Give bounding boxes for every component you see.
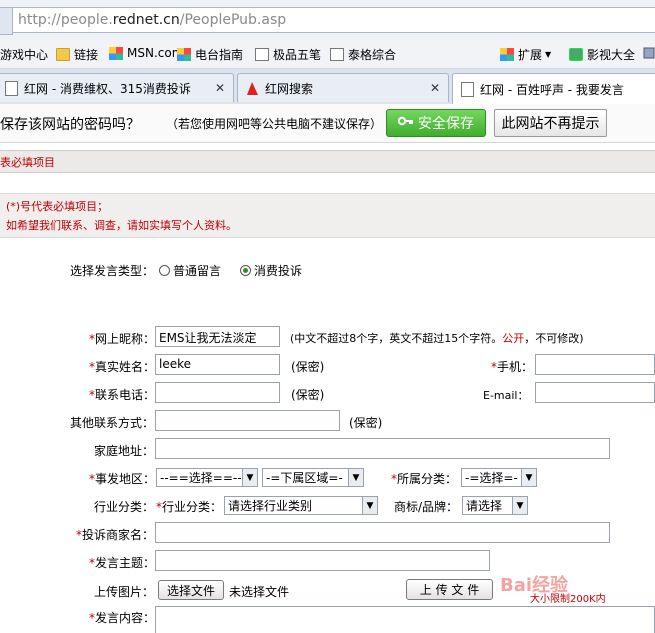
url-text: http://people.rednet.cn/PeoplePub.asp (18, 12, 287, 28)
merchant-field[interactable] (155, 522, 610, 543)
radio-consumer-complaint[interactable]: 消费投诉 (240, 262, 302, 279)
page-icon (330, 48, 344, 61)
district-select[interactable]: -=下属区域=- ▼ (262, 468, 364, 487)
post-type-label: 选择发言类型： (70, 264, 155, 278)
category-label: *所属分类： (391, 472, 458, 486)
content-label: *发言内容： (89, 611, 156, 625)
phone-field[interactable] (155, 382, 280, 403)
real-name-field[interactable]: leeke (155, 354, 280, 375)
industry-select[interactable]: 请选择行业类别 ▼ (224, 496, 378, 515)
upload-file-button[interactable]: 上 传 文 件 (406, 579, 493, 600)
video-icon (569, 48, 583, 61)
email-field[interactable] (535, 382, 655, 403)
key-icon (397, 114, 414, 132)
address-field[interactable] (155, 438, 610, 459)
page-icon (5, 80, 18, 96)
nickname-hint: (中文不超过8个字，英文不超过15个字符。公开，不可修改) (290, 332, 584, 345)
nickname-field[interactable]: EMS让我无法淡定 (155, 326, 280, 347)
favorites-bar (0, 40, 655, 69)
radio-icon (159, 265, 170, 276)
real-name-label: *真实姓名： (89, 360, 156, 374)
subject-label: *发言主题： (89, 556, 156, 570)
never-for-site-button[interactable]: 此网站不再提示 (494, 109, 607, 137)
chevron-down-icon: ▼ (242, 469, 257, 486)
favorite-item-taige[interactable]: 泰格综合 (330, 46, 396, 63)
upload-label: 上传图片： (94, 585, 155, 599)
nickname-label: *网上昵称： (89, 332, 156, 346)
close-icon[interactable]: ✕ (212, 81, 228, 95)
radio-checked-icon (240, 265, 251, 276)
folder-icon (56, 48, 70, 61)
region-label: *事发地区： (89, 472, 156, 486)
notice-personal-info: 如希望我们联系、调查，请如实填写个人资料。 (6, 219, 237, 232)
tab-consumer-rights[interactable]: 红网 - 消费维权、315消费投诉 ✕ (0, 73, 234, 102)
extension-icon (500, 48, 514, 61)
subject-field[interactable] (155, 550, 490, 571)
save-password-button[interactable]: 安全保存 (386, 109, 486, 137)
favorite-item-games[interactable]: 游戏中心 (0, 46, 48, 63)
tab-post-message[interactable]: 红网 - 百姓呼声 - 我要发言 (452, 73, 655, 105)
content-textarea[interactable] (155, 606, 655, 633)
password-question: 保存该网站的密码吗？ (0, 117, 140, 133)
mobile-label: *手机： (491, 360, 534, 374)
tab-rednet-search[interactable]: 红网搜索 ✕ (237, 73, 449, 102)
rednet-logo-icon (246, 81, 259, 96)
tab-title: 红网搜索 (265, 81, 314, 96)
industry-outer-label: 行业分类： (94, 500, 155, 514)
industry-label: *行业分类： (156, 500, 223, 514)
chevron-down-icon: ▼ (348, 469, 363, 486)
email-label: E-mail： (483, 389, 529, 402)
puzzle-icon[interactable] (643, 44, 655, 64)
secret-note: (保密) (291, 388, 325, 402)
tab-title: 红网 - 消费维权、315消费投诉 (24, 81, 191, 96)
favorite-item-links[interactable]: 链接 (56, 46, 98, 63)
category-select[interactable]: -=选择=- ▼ (461, 468, 537, 487)
phone-label: *联系电话： (89, 388, 156, 402)
radio-general-message[interactable]: 普通留言 (159, 262, 221, 279)
choose-file-button[interactable]: 选择文件 (158, 580, 224, 600)
page-icon (255, 48, 269, 61)
no-file-text: 未选择文件 (229, 585, 290, 599)
other-contact-label: 其他联系方式： (70, 416, 155, 430)
tab-title: 红网 - 百姓呼声 - 我要发言 (480, 83, 624, 97)
form-header (0, 150, 655, 173)
chevron-down-icon: ▼ (545, 50, 552, 59)
brand-label: 商标/品牌： (394, 500, 459, 514)
region-select[interactable]: --==选择==-- ▼ (156, 468, 258, 487)
chevron-down-icon: ▼ (512, 497, 527, 514)
address-label: 家庭地址： (94, 444, 155, 458)
merchant-label: *投诉商家名： (76, 528, 155, 542)
msn-icon (177, 48, 191, 61)
page-icon (461, 82, 474, 97)
brand-select[interactable]: 请选择 ▼ (462, 496, 528, 515)
other-contact-field[interactable] (155, 410, 340, 431)
watermark: Bai经验 (500, 575, 569, 596)
msn-icon (109, 46, 123, 60)
favorite-item-radio[interactable]: 电台指南 (177, 46, 243, 63)
close-icon[interactable]: ✕ (427, 81, 443, 95)
password-note: （若您使用网吧等公共电脑不建议保存） (166, 117, 383, 131)
extensions-button[interactable]: 扩展 ▼ (500, 46, 551, 63)
secret-note: (保密) (291, 360, 325, 374)
form-header-title: 表必填项目 (0, 156, 55, 169)
favorite-item-wubi[interactable]: 极品五笔 (255, 46, 321, 63)
favorite-item-msn[interactable]: MSN.com (109, 46, 183, 60)
chevron-down-icon: ▼ (521, 469, 536, 486)
notice-required: (*)号代表必填项目； (6, 200, 109, 213)
mobile-field[interactable] (535, 354, 655, 375)
favorite-item-video[interactable]: 影视大全 (569, 46, 635, 63)
secret-note: (保密) (349, 416, 383, 430)
chevron-down-icon: ▼ (362, 497, 377, 514)
